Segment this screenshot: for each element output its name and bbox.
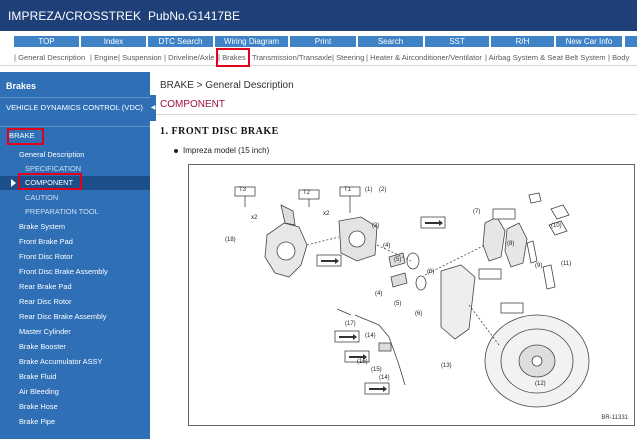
nav-rh-button[interactable]: R/H [491,36,554,47]
model-note: Impreza model (15 inch) [174,146,269,155]
callout-5b: (5) [394,301,402,307]
subnav-transmission[interactable]: | Transmission/Transaxle [248,53,332,63]
sidebar-item-brake-fluid[interactable]: Brake Fluid [0,369,150,384]
sidebar-item-rear-brake-pad[interactable]: Rear Brake Pad [0,279,150,294]
brake-component-diagram: T3 T2 T1 (1) (2) (3) (4) (4) (5) (5) (6)… [188,164,635,426]
callout-15: (15) [371,367,382,373]
component-highlight-box [18,173,82,190]
page-title: COMPONENT [160,99,225,110]
callout-14b: (14) [379,375,390,381]
nav-new-car-info-button[interactable]: New Car Info [556,36,622,47]
sidebar-item-brake-pipe[interactable]: Brake Pipe [0,414,150,429]
callout-12: (12) [535,381,546,387]
sidebar-item-brake-accumulator[interactable]: Brake Accumulator ASSY [0,354,150,369]
sidebar-item-brake-hose[interactable]: Brake Hose [0,399,150,414]
bullet-icon [174,148,178,153]
callout-8: (8) [507,241,515,247]
model-note-text: Impreza model (15 inch) [183,146,270,155]
model-name: IMPREZA/CROSSTREK [8,9,142,23]
subnav-airbag-seatbelt[interactable]: | Airbag System & Seat Belt System [485,53,606,63]
nav-top-button[interactable]: TOP [14,36,79,47]
nav-print-button[interactable]: Print [290,36,356,47]
callout-6a: (6) [427,269,435,275]
torque-tag-t2: T2 [303,190,311,196]
subnav-engine[interactable]: | Engine [90,53,118,63]
quantity-label: x2 [251,215,258,221]
callout-1: (1) [365,187,373,193]
callout-5a: (5) [394,257,402,263]
sidebar-item-rear-disc-brake-assembly[interactable]: Rear Disc Brake Assembly [0,309,150,324]
section-nav: | General Description | Engine | Suspens… [0,50,637,66]
torque-tag-t1: T1 [344,187,352,193]
callout-6b: (6) [415,311,423,317]
sidebar-item-front-brake-pad[interactable]: Front Brake Pad [0,234,150,249]
sidebar-item-vdc[interactable]: VEHICLE DYNAMICS CONTROL (VDC) [0,103,150,112]
subnav-steering[interactable]: | Steering [332,53,364,63]
callout-4b: (4) [375,291,383,297]
app-header: IMPREZA/CROSSTREK PubNo.G1417BE [0,0,637,31]
sidebar-item-brake-booster[interactable]: Brake Booster [0,339,150,354]
torque-tag-t3: T3 [239,187,247,193]
sidebar-item-master-cylinder[interactable]: Master Cylinder [0,324,150,339]
sidebar-item-preparation-tool[interactable]: PREPARATION TOOL [0,204,150,219]
nav-overflow-button[interactable] [625,36,637,47]
nav-index-button[interactable]: Index [81,36,146,47]
subnav-suspension[interactable]: | Suspension [118,53,162,63]
callout-18: (18) [225,237,236,243]
callout-10: (10) [551,223,562,229]
brake-highlight-box [7,128,44,145]
callout-4a: (4) [383,243,391,249]
sidebar-item-caution[interactable]: CAUTION [0,190,150,205]
callout-14a: (14) [365,333,376,339]
sidebar-item-rear-disc-rotor[interactable]: Rear Disc Rotor [0,294,150,309]
nav-sst-button[interactable]: SST [425,36,489,47]
title-divider [156,114,637,115]
publication-number: PubNo.G1417BE [148,9,241,23]
subnav-general-description[interactable]: | General Description [14,53,85,63]
sidebar-item-air-bleeding[interactable]: Air Bleeding [0,384,150,399]
nav-dtc-search-button[interactable]: DTC Search [148,36,213,47]
sidebar-title: Brakes [6,81,37,91]
section-heading: 1. FRONT DISC BRAKE [160,126,279,137]
content-area: BRAKE > General Description COMPONENT 1.… [156,72,637,439]
sidebar-divider [0,97,150,98]
callout-17: (17) [345,321,356,327]
sidebar-item-general-description[interactable]: General Description [0,147,150,162]
callout-16: (16) [357,359,368,365]
breadcrumb: BRAKE > General Description [160,80,294,91]
callout-13: (13) [441,363,452,369]
sidebar-divider [0,126,150,127]
sidebar-item-front-disc-brake-assembly[interactable]: Front Disc Brake Assembly [0,264,150,279]
callout-2: (2) [379,187,387,193]
callout-7: (7) [473,209,481,215]
subnav-body[interactable]: | Body [608,53,629,63]
sidebar-item-front-disc-rotor[interactable]: Front Disc Rotor [0,249,150,264]
subnav-heater-aircon[interactable]: | Heater & Airconditioner/Ventilator [366,53,482,63]
sidebar-item-brake-system[interactable]: Brake System [0,219,150,234]
callout-3: (3) [372,223,380,229]
figure-code: BR-11331 [601,415,628,421]
exploded-view-drawing [234,186,590,408]
nav-search-button[interactable]: Search [358,36,423,47]
callout-11: (11) [561,261,572,267]
nav-wiring-diagram-button[interactable]: Wiring Diagram [215,36,288,47]
quantity-label: x2 [323,211,330,217]
brakes-highlight-box [216,48,250,67]
subnav-driveline-axle[interactable]: | Driveline/Axle [164,53,215,63]
callout-9: (9) [535,263,543,269]
